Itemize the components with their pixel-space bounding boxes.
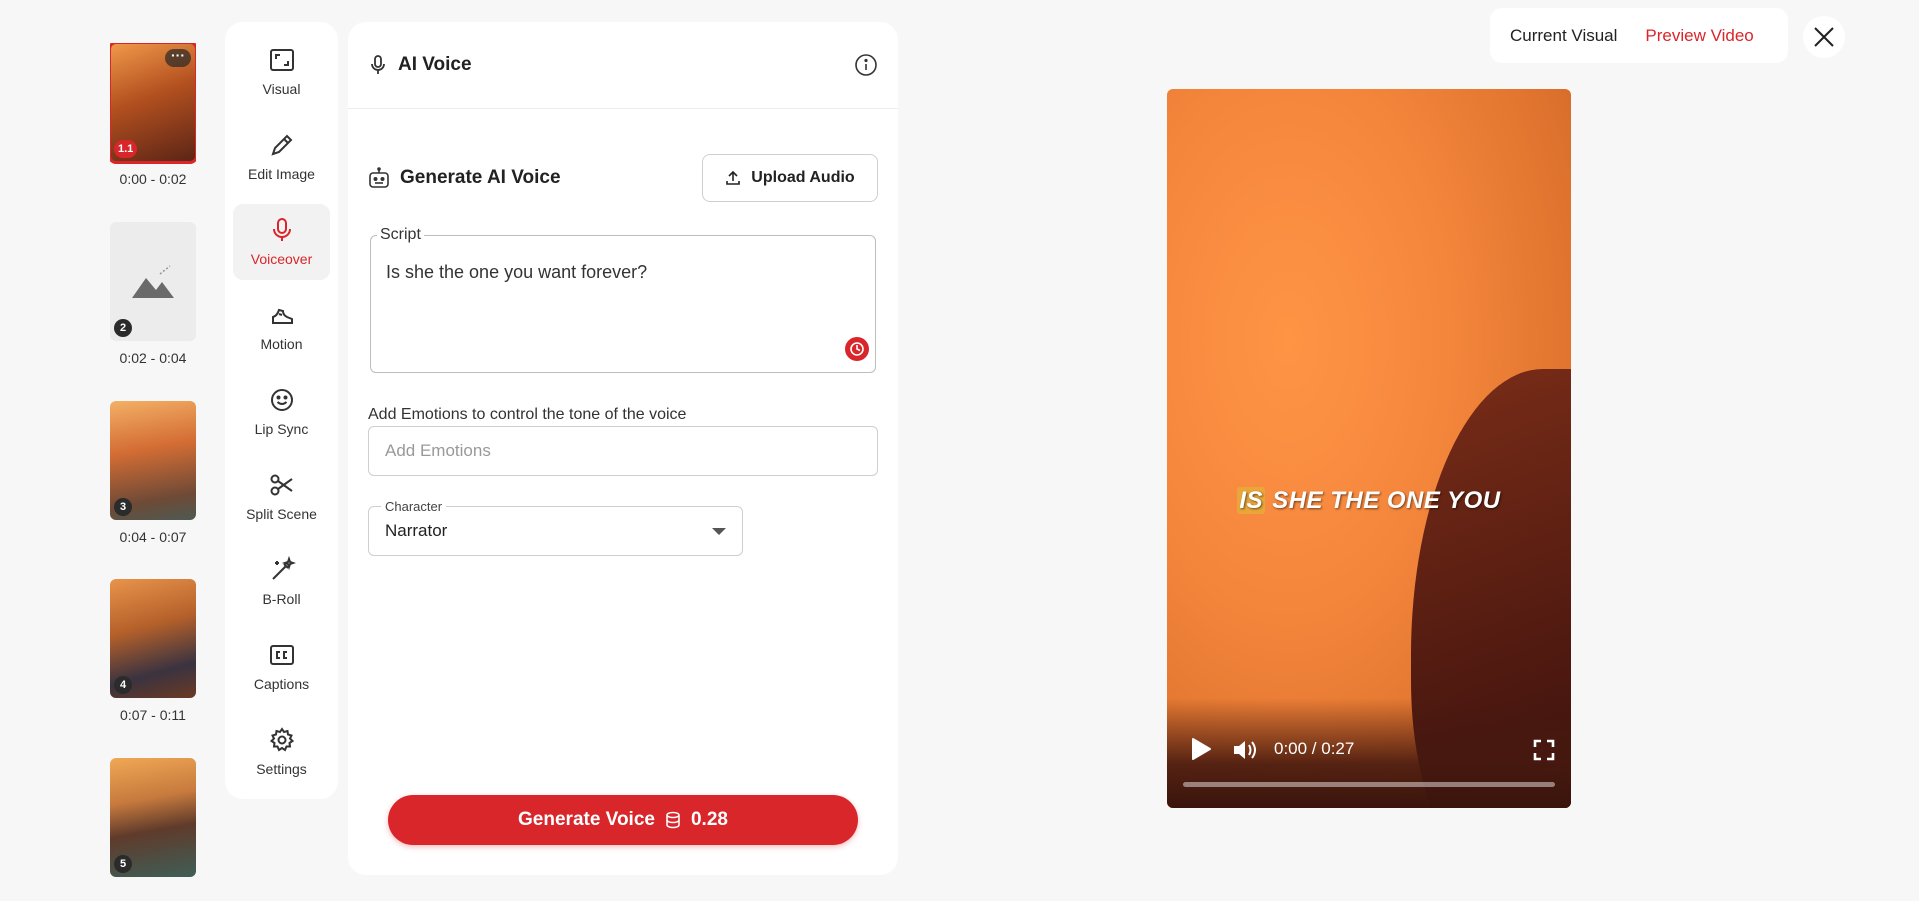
caption-rest: SHE THE ONE YOU (1272, 487, 1501, 514)
tools-sidebar: Visual Edit Image Voiceover Motion Lip S… (225, 22, 338, 799)
tool-visual[interactable]: Visual (233, 34, 330, 110)
scene-time-range: 0:02 - 0:04 (119, 350, 187, 366)
pencil-icon (270, 134, 292, 156)
scene-number-badge: 3 (114, 498, 132, 516)
panel-header: AI Voice (348, 22, 898, 109)
scene-thumbnail[interactable]: 3 (110, 401, 196, 520)
character-label: Character (381, 499, 447, 514)
ai-voice-panel: AI Voice Generate AI Voice Upload Audio … (348, 22, 898, 875)
credits-icon (666, 811, 680, 829)
video-controls: 0:00 / 0:27 (1167, 718, 1571, 808)
info-icon[interactable] (854, 53, 878, 77)
preview-video-tab[interactable]: Preview Video (1645, 26, 1753, 46)
generate-ai-voice-row: Generate AI Voice Upload Audio (368, 154, 878, 202)
character-value: Narrator (385, 521, 448, 540)
tool-motion[interactable]: Motion (233, 289, 330, 365)
cc-icon (269, 645, 294, 665)
script-label: Script (377, 226, 424, 244)
generate-ai-voice-title: Generate AI Voice (400, 167, 561, 188)
scene-time-range: 0:00 - 0:02 (119, 171, 187, 187)
image-placeholder-icon (132, 264, 174, 298)
upload-icon (726, 170, 741, 185)
scene-item[interactable]: 3 0:04 - 0:07 (110, 401, 196, 545)
scene-list: ··· 1.1 0:00 - 0:02 2 0:02 - 0:04 3 0:04… (110, 43, 196, 878)
expand-icon (269, 49, 294, 71)
video-preview[interactable]: IS SHE THE ONE YOU 0:00 / 0:27 (1167, 89, 1571, 808)
scene-number-badge: 2 (114, 319, 132, 337)
scene-thumbnail[interactable]: ··· 1.1 (110, 43, 196, 164)
caption-highlight-word: IS (1237, 487, 1266, 514)
tool-voiceover[interactable]: Voiceover (233, 204, 330, 280)
view-toggle: Current Visual Preview Video (1490, 8, 1788, 63)
scissors-icon (270, 474, 293, 496)
video-progress-bar[interactable] (1183, 782, 1555, 787)
robot-icon (369, 167, 389, 188)
scene-time-range: 0:04 - 0:07 (119, 529, 187, 545)
tool-split-scene[interactable]: Split Scene (233, 459, 330, 535)
emotions-input[interactable] (368, 426, 878, 476)
character-select[interactable]: Character Narrator (368, 499, 743, 556)
scene-time-range: 0:07 - 0:11 (120, 707, 186, 723)
generate-cost: 0.28 (690, 809, 728, 830)
caret-down-icon (712, 527, 726, 535)
volume-icon[interactable] (1231, 738, 1259, 762)
tool-settings[interactable]: Settings (233, 714, 330, 790)
script-text[interactable]: Is she the one you want forever? (386, 262, 647, 283)
panel-title: AI Voice (398, 54, 472, 75)
tool-b-roll[interactable]: B-Roll (233, 544, 330, 620)
emotions-label: Add Emotions to control the tone of the … (368, 406, 687, 423)
scene-item[interactable]: ··· 1.1 0:00 - 0:02 (110, 43, 196, 187)
magic-wand-icon (271, 556, 296, 580)
gear-icon (269, 727, 294, 752)
scene-thumbnail[interactable]: 4 (110, 579, 196, 698)
scene-thumbnail[interactable]: 5 (110, 758, 196, 877)
video-time: 0:00 / 0:27 (1274, 739, 1355, 758)
smiley-icon (270, 389, 293, 411)
microphone-icon (371, 55, 385, 74)
current-visual-tab[interactable]: Current Visual (1510, 26, 1617, 46)
history-icon[interactable] (845, 337, 869, 361)
scene-number-badge: 5 (114, 855, 132, 873)
script-textarea[interactable]: Script Is she the one you want forever? (370, 226, 876, 373)
tool-captions[interactable]: Captions (233, 629, 330, 705)
upload-audio-button[interactable]: Upload Audio (702, 154, 878, 202)
scene-item[interactable]: 2 0:02 - 0:04 (110, 222, 196, 366)
scene-thumbnail[interactable]: 2 (110, 222, 196, 341)
tool-lip-sync[interactable]: Lip Sync (233, 374, 330, 450)
generate-voice-button[interactable]: Generate Voice 0.28 (388, 795, 858, 845)
microphone-icon (272, 218, 291, 241)
scene-number-badge: 4 (114, 676, 132, 694)
scene-item[interactable]: 4 0:07 - 0:11 (110, 579, 196, 723)
play-icon[interactable] (1187, 736, 1213, 762)
running-shoe-icon (271, 308, 293, 324)
scene-item[interactable]: 5 (110, 758, 196, 877)
fullscreen-icon[interactable] (1533, 739, 1555, 761)
close-button[interactable] (1803, 16, 1845, 58)
video-caption: IS SHE THE ONE YOU (1167, 487, 1571, 515)
scene-number-badge: 1.1 (114, 140, 138, 158)
tool-edit-image[interactable]: Edit Image (233, 119, 330, 195)
more-options-icon[interactable]: ··· (165, 48, 191, 67)
close-icon (1814, 27, 1834, 47)
